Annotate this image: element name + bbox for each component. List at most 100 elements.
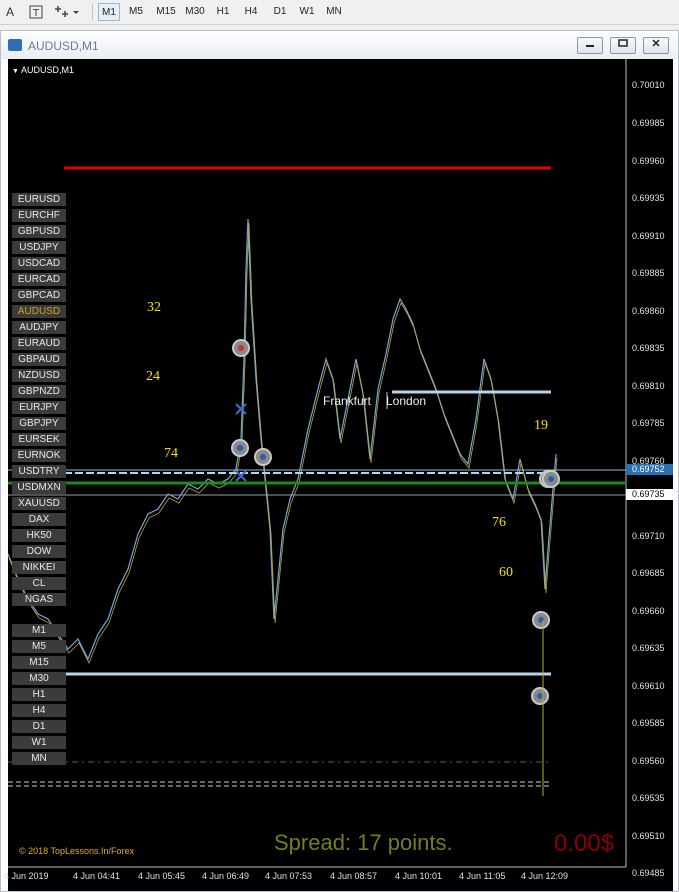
price-axis-label: 0.69510 [632,831,665,841]
chart-timeframe-m30[interactable]: M30 [12,672,66,685]
toolbar-timeframe-m1[interactable]: M1 [98,3,120,21]
minimize-button[interactable] [577,37,603,54]
toolbar-timeframe-w1[interactable]: W1 [296,3,318,21]
symbol-button-gbpusd[interactable]: GBPUSD [12,225,66,238]
symbol-button-usdcad[interactable]: USDCAD [12,257,66,270]
symbol-button-eurchf[interactable]: EURCHF [12,209,66,222]
chart-timeframe-m15[interactable]: M15 [12,656,66,669]
chart-timeframe-m5[interactable]: M5 [12,640,66,653]
chart-timeframe-d1[interactable]: D1 [12,720,66,733]
symbol-button-audjpy[interactable]: AUDJPY [12,321,66,334]
chart-header-dropdown-icon[interactable]: ▼ [12,68,19,75]
symbol-button-euraud[interactable]: EURAUD [12,337,66,350]
symbol-button-usdjpy[interactable]: USDJPY [12,241,66,254]
restore-button[interactable] [610,37,636,54]
symbol-button-nzdusd[interactable]: NZDUSD [12,369,66,382]
price-axis-label: 0.69810 [632,381,665,391]
symbol-button-gbpnzd[interactable]: GBPNZD [12,385,66,398]
symbol-button-gbpaud[interactable]: GBPAUD [12,353,66,366]
price-axis-label: 0.69960 [632,156,665,166]
text-label-icon[interactable]: T [26,3,46,21]
symbol-button-xauusd[interactable]: XAUUSD [12,497,66,510]
price-axis-label: 0.69485 [632,868,665,878]
chart-timeframe-m1[interactable]: M1 [12,624,66,637]
toolbar-timeframe-m30[interactable]: M30 [182,3,208,21]
price-axis-label: 0.69610 [632,681,665,691]
price-chart[interactable]: ▼ AUDUSD,M1 EURUSD EURCHF GBPUSD USDJPY USDC… [4,59,673,891]
price-axis-label: 0.69860 [632,306,665,316]
symbol-button-cl[interactable]: CL [12,577,66,590]
toolbar: A T M1 M5 M15 M30 H1 H4 D1 W1 MN [0,0,679,25]
toolbar-timeframe-h4[interactable]: H4 [238,3,264,21]
close-button[interactable] [643,37,669,54]
price-axis-label: 0.69835 [632,343,665,353]
symbol-button-audusd[interactable]: AUDUSD [12,305,66,318]
window-title: AUDUSD,M1 [28,39,99,53]
time-axis-label: 4 Jun 06:49 [202,871,250,881]
time-axis-label: 4 Jun 07:53 [265,871,313,881]
price-axis-label: 0.69910 [632,231,665,241]
symbol-button-eurusd[interactable]: EURUSD [12,193,66,206]
chart-timeframe-w1[interactable]: W1 [12,736,66,749]
shapes-icon[interactable] [52,3,80,21]
price-axis-label: 0.69685 [632,568,665,578]
text-icon[interactable]: A [0,3,20,21]
time-axis-label: 4 Jun 10:01 [395,871,443,881]
level-count-label: 76 [492,515,506,530]
symbol-button-dax[interactable]: DAX [12,513,66,526]
price-axis-label: 0.69585 [632,718,665,728]
trade-marker-dot [238,345,244,351]
chart-window-icon [8,39,22,51]
symbol-button-hk50[interactable]: HK50 [12,529,66,542]
chart-timeframe-h4[interactable]: H4 [12,704,66,717]
symbol-button-nikkei[interactable]: NIKKEI [12,561,66,574]
toolbar-timeframe-mn[interactable]: MN [322,3,346,21]
chart-header: ▼ AUDUSD,M1 [12,65,74,75]
window-titlebar[interactable]: AUDUSD,M1 [1,31,678,59]
symbol-button-gbpcad[interactable]: GBPCAD [12,289,66,302]
price-axis-label: 0.69535 [632,793,665,803]
symbol-button-usdtry[interactable]: USDTRY [12,465,66,478]
time-axis-label: 4 Jun 2019 [4,871,49,881]
price-axis-label: 0.69785 [632,418,665,428]
level-count-label: 60 [499,565,513,580]
svg-text:T: T [32,8,40,19]
trade-marker-dot [537,693,543,699]
trade-marker-dot [548,476,554,482]
symbol-button-eursek[interactable]: EURSEK [12,433,66,446]
symbol-button-eurjpy[interactable]: EURJPY [12,401,66,414]
price-series-shadow [8,222,558,664]
toolbar-timeframe-m15[interactable]: M15 [154,3,178,21]
symbol-button-eurnok[interactable]: EURNOK [12,449,66,462]
symbol-button-usdmxn[interactable]: USDMXN [12,481,66,494]
price-axis-label: 0.70010 [632,80,665,90]
profit-text: 0.00$ [554,830,615,857]
chart-header-text: AUDUSD,M1 [20,65,74,75]
symbol-button-gbpjpy[interactable]: GBPJPY [12,417,66,430]
level-count-label: 32 [147,300,161,315]
toolbar-timeframe-h1[interactable]: H1 [212,3,234,21]
time-axis-label: 4 Jun 05:45 [138,871,186,881]
trade-marker-dot [260,454,266,460]
price-axis-label: 0.69560 [632,756,665,766]
trade-marker-dot [237,445,243,451]
symbol-button-eurcad[interactable]: EURCAD [12,273,66,286]
symbol-button-ngas[interactable]: NGAS [12,593,66,606]
chart-timeframe-h1[interactable]: H1 [12,688,66,701]
chart-timeframe-mn[interactable]: MN [12,752,66,765]
price-axis-label: 0.69635 [632,643,665,653]
cross-marker-icon [235,403,247,415]
symbol-button-dow[interactable]: DOW [12,545,66,558]
toolbar-timeframe-m5[interactable]: M5 [124,3,148,21]
chart-canvas [8,59,627,868]
time-axis-label: 4 Jun 11:05 [459,871,506,881]
time-axis-label: 4 Jun 12:09 [521,871,569,881]
ask-price-box: 0.69735 [626,489,673,500]
level-count-label: 24 [146,369,160,384]
level-count-label: 19 [534,418,548,433]
session-label-london: London [386,394,427,408]
price-axis-label: 0.69710 [632,531,665,541]
toolbar-timeframe-d1[interactable]: D1 [268,3,292,21]
price-axis-label: 0.69985 [632,118,665,128]
level-count-label: 74 [164,446,178,461]
